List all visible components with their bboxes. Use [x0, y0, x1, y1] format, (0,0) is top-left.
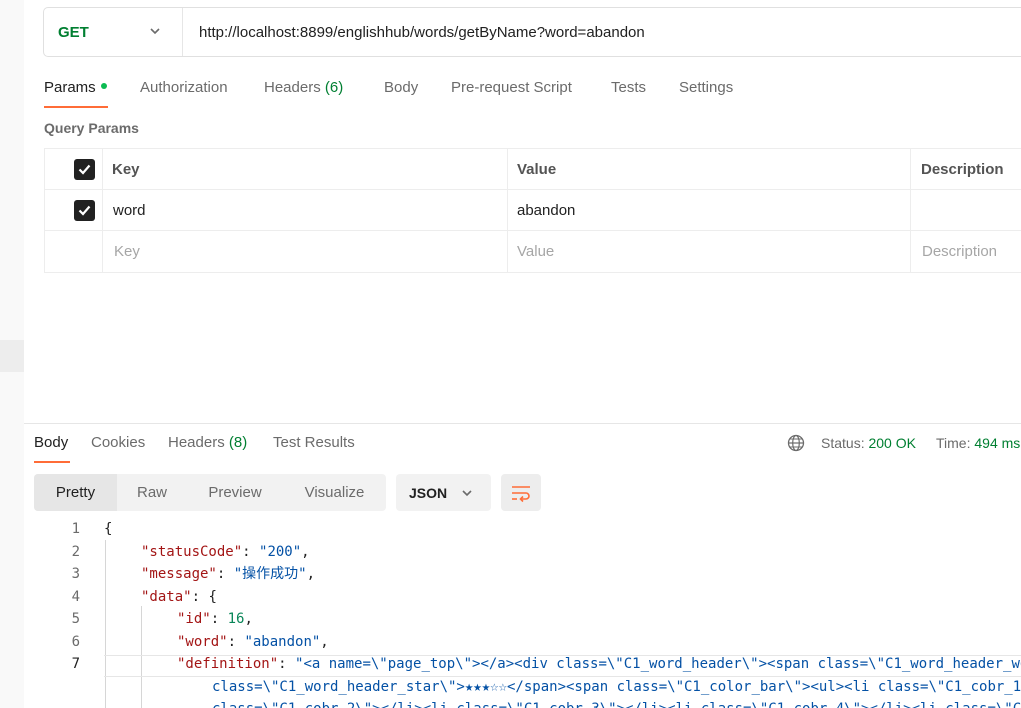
method-select[interactable]: GET — [58, 24, 89, 41]
code-text: "id": 16, — [177, 611, 253, 627]
code-text: class=\"C1_cobr_2\"></li><li class=\"C1_… — [212, 698, 1021, 708]
raw-button[interactable]: Raw — [117, 474, 187, 511]
check-icon — [78, 205, 91, 216]
globe-icon[interactable] — [787, 434, 805, 452]
code-text: "message": "操作成功", — [141, 566, 316, 582]
tab-params[interactable]: Params — [44, 79, 107, 96]
url-divider — [182, 8, 183, 56]
tab-authorization[interactable]: Authorization — [140, 79, 228, 96]
table-row: word abandon — [45, 190, 1021, 231]
wrap-lines-button[interactable] — [501, 474, 541, 511]
chevron-down-icon — [462, 490, 472, 497]
tab-settings[interactable]: Settings — [679, 79, 733, 96]
active-tab-underline — [34, 461, 70, 463]
preview-button[interactable]: Preview — [187, 474, 283, 511]
code-text: "data": { — [141, 589, 217, 605]
wrap-lines-icon — [512, 486, 530, 503]
time-label: Time: — [936, 435, 971, 451]
column-header-key: Key — [112, 161, 140, 178]
tab-headers[interactable]: Headers (6) — [264, 79, 343, 96]
line-number: 2 — [71, 544, 80, 560]
query-params-table: Key Value Description word abandon Key V… — [44, 148, 1021, 273]
visualize-button[interactable]: Visualize — [283, 474, 386, 511]
line-number: 5 — [71, 611, 80, 627]
param-value[interactable]: abandon — [517, 202, 575, 219]
active-tab-underline — [44, 106, 108, 108]
response-divider[interactable] — [24, 423, 1021, 424]
time-value: 494 ms — [974, 435, 1021, 451]
response-code-viewer[interactable]: 1 { 2 "statusCode": "200", 3 "message": … — [0, 518, 1021, 708]
format-select[interactable]: JSON — [396, 474, 491, 511]
code-text: "statusCode": "200", — [141, 544, 310, 560]
status-label: Status: — [821, 435, 865, 451]
status-value: 200 OK — [868, 435, 916, 451]
url-bar: GET http://localhost:8899/englishhub/wor… — [43, 7, 1021, 57]
line-number: 7 — [71, 656, 80, 672]
column-header-description: Description — [921, 161, 1004, 178]
tab-headers-count: (6) — [324, 79, 344, 96]
tab-headers-label: Headers — [264, 79, 321, 96]
select-all-checkbox[interactable] — [74, 159, 95, 180]
tab-test-results[interactable]: Test Results — [273, 434, 355, 451]
tab-cookies[interactable]: Cookies — [91, 434, 145, 451]
line-number: 1 — [71, 521, 80, 537]
chevron-down-icon[interactable] — [148, 24, 162, 38]
tab-response-body[interactable]: Body — [34, 434, 68, 451]
tab-response-headers[interactable]: Headers (8) — [168, 434, 247, 451]
line-number: 4 — [71, 589, 80, 605]
tab-tests[interactable]: Tests — [611, 79, 646, 96]
table-header-row: Key Value Description — [45, 149, 1021, 190]
value-input[interactable]: Value — [517, 243, 554, 260]
check-icon — [78, 164, 91, 175]
tab-prerequest-script[interactable]: Pre-request Script — [451, 79, 572, 96]
pretty-button[interactable]: Pretty — [34, 474, 117, 511]
line-number: 3 — [71, 566, 80, 582]
format-label: JSON — [409, 485, 448, 501]
code-text: { — [104, 521, 113, 537]
query-params-title: Query Params — [44, 120, 139, 136]
code-text: class=\"C1_word_header_star\">★★★☆☆</spa… — [212, 679, 1021, 695]
tab-response-headers-count: (8) — [228, 434, 248, 451]
response-status: Status: 200 OK — [821, 435, 916, 451]
response-time[interactable]: Time: 494 ms — [936, 435, 1020, 451]
url-input[interactable]: http://localhost:8899/englishhub/words/g… — [199, 24, 645, 41]
description-input[interactable]: Description — [922, 243, 997, 260]
table-row-empty: Key Value Description — [45, 231, 1021, 272]
line-number: 6 — [71, 634, 80, 650]
left-rail-marker — [0, 340, 24, 372]
param-key[interactable]: word — [113, 202, 146, 219]
view-mode-group: Pretty Raw Preview Visualize — [34, 474, 386, 511]
key-input[interactable]: Key — [114, 243, 140, 260]
code-text: "word": "abandon", — [177, 634, 329, 650]
tab-params-label: Params — [44, 79, 96, 96]
tab-response-headers-label: Headers — [168, 434, 225, 451]
tab-body[interactable]: Body — [384, 79, 418, 96]
active-dot-icon — [100, 83, 107, 90]
param-checkbox[interactable] — [74, 200, 95, 221]
code-text: "definition": "<a name=\"page_top\"></a>… — [177, 656, 1021, 672]
indent-guide — [105, 540, 106, 708]
column-header-value: Value — [517, 161, 557, 178]
